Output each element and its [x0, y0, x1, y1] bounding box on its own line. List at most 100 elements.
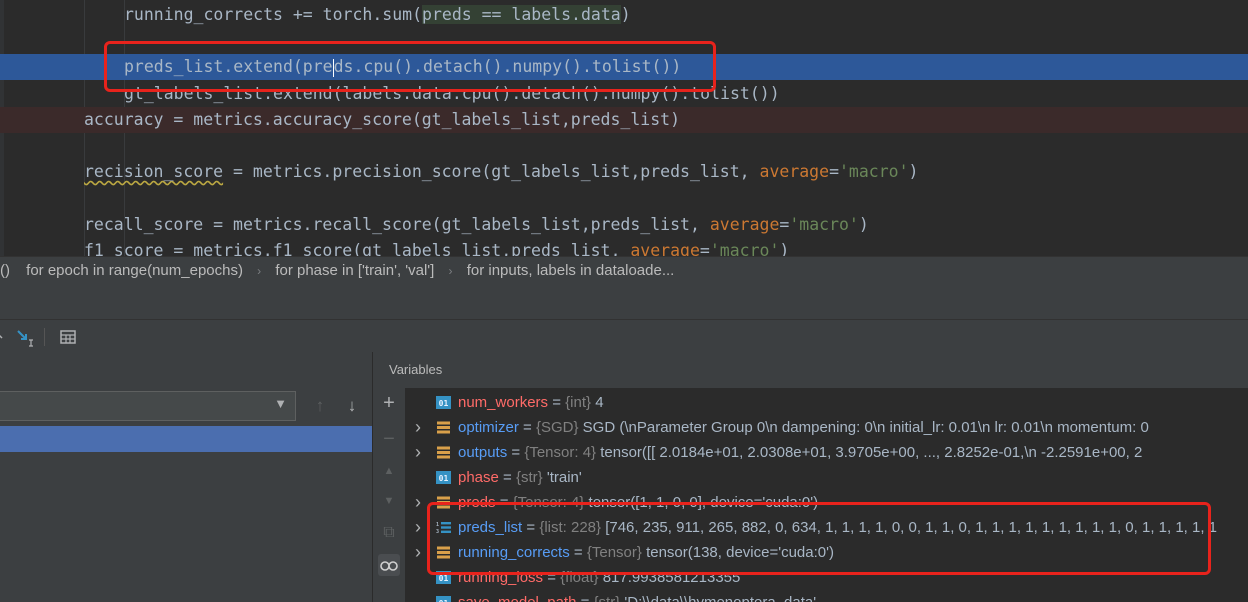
variable-value: 'D:\\data\\hymenoptera_data'	[624, 594, 816, 602]
variables-tree: 01 num_workers = {int} 4 › optimizer = {SGD…	[405, 388, 1248, 602]
show-watches-icon[interactable]	[378, 554, 400, 576]
code-text: recall_score = metrics.recall_score(gt_l…	[84, 215, 710, 234]
variables-panel-title: Variables	[373, 352, 1248, 388]
breadcrumb: () for epoch in range(num_epochs) › for …	[0, 256, 1248, 285]
code-text: recision_score	[84, 162, 224, 181]
code-text: =	[829, 162, 839, 181]
svg-text:1: 1	[436, 522, 439, 528]
breadcrumb-item[interactable]: for phase in ['train', 'val']	[269, 257, 440, 285]
variable-text: running_loss = {float} 817.9938581213355	[458, 565, 740, 590]
variable-name: preds_list	[458, 519, 523, 536]
equals-sign: =	[548, 394, 566, 411]
chevron-right-icon[interactable]: ›	[415, 490, 427, 515]
evaluate-expression-icon[interactable]	[57, 326, 79, 348]
chevron-right-icon[interactable]: ›	[415, 415, 427, 440]
variable-value: 817.9938581213355	[602, 569, 741, 586]
list-type-icon: 13	[436, 521, 451, 535]
code-line-recall[interactable]: recall_score = metrics.recall_score(gt_l…	[0, 212, 1248, 238]
variable-row-preds[interactable]: › preds = {Tensor: 4} tensor([1, 1, 0, 0]…	[405, 490, 1248, 515]
code-kwarg: average	[709, 215, 780, 234]
variable-value: [746, 235, 911, 265, 882, 0, 634, 1, 1, …	[605, 519, 1218, 536]
equals-sign: =	[569, 544, 587, 561]
variable-row-num-workers[interactable]: 01 num_workers = {int} 4	[405, 390, 1248, 415]
code-highlight: preds == labels.data	[422, 5, 621, 24]
equals-sign: =	[495, 494, 513, 511]
code-line-gt-labels[interactable]: gt_labels_list.extend(labels.data.cpu().…	[0, 81, 1248, 107]
variable-value: 4	[595, 394, 604, 411]
equals-sign: =	[576, 594, 593, 602]
code-text: =	[699, 241, 710, 256]
variable-type: {int}	[565, 394, 592, 411]
move-up-button[interactable]: ▲	[378, 460, 400, 482]
step-out-icon[interactable]	[0, 326, 14, 348]
code-text: preds_list.extend(pre	[124, 57, 333, 76]
code-line-accuracy[interactable]: accuracy = metrics.accuracy_score(gt_lab…	[0, 107, 1248, 133]
variable-row-phase[interactable]: 01 phase = {str} 'train'	[405, 465, 1248, 490]
object-type-icon	[436, 421, 451, 434]
chevron-right-icon[interactable]: ›	[415, 515, 427, 540]
svg-text:01: 01	[439, 574, 449, 583]
variable-name: phase	[458, 469, 499, 486]
move-down-button[interactable]: ▼	[378, 490, 400, 512]
variable-value: tensor([[ 2.0184e+01, 2.0308e+01, 3.9705…	[600, 444, 1143, 461]
copy-icon[interactable]: ⧉	[378, 522, 400, 544]
frames-panel: ▼ ↑ ↓	[0, 352, 373, 602]
code-string: 'macro'	[839, 162, 909, 181]
variable-name: optimizer	[458, 419, 519, 436]
variable-row-running-corrects[interactable]: › running_corrects = {Tensor} tensor(138,…	[405, 540, 1248, 565]
code-line-running-corrects[interactable]: running_corrects += torch.sum(preds == l…	[0, 2, 1248, 28]
variable-row-running-loss[interactable]: 01 running_loss = {float} 817.99385812133…	[405, 565, 1248, 590]
variable-text: outputs = {Tensor: 4} tensor([[ 2.0184e+…	[458, 440, 1142, 465]
primitive-type-icon: 01	[436, 396, 451, 409]
breadcrumb-item[interactable]: ()	[0, 257, 16, 285]
toolbar-separator	[44, 328, 45, 346]
code-text: =	[779, 215, 790, 234]
code-text: = metrics.precision_score(gt_labels_list…	[223, 162, 760, 181]
chevron-right-icon[interactable]: ›	[415, 540, 427, 565]
variable-row-preds-list[interactable]: › 1 3 preds_list = {list: 228} [746, 235, 9…	[405, 515, 1248, 540]
equals-sign: =	[507, 444, 525, 461]
code-line-execution-point[interactable]: preds_list.extend(preds.cpu().detach().n…	[0, 54, 1248, 80]
remove-watch-button[interactable]: −	[378, 428, 400, 450]
frame-up-button[interactable]: ↑	[310, 396, 330, 416]
variable-row-outputs[interactable]: › outputs = {Tensor: 4} tensor([[ 2.0184e…	[405, 440, 1248, 465]
variable-type: {list: 228}	[539, 519, 602, 536]
object-type-icon	[436, 496, 451, 509]
chevron-down-icon: ▼	[274, 396, 287, 411]
variable-type: {str}	[594, 594, 621, 602]
breadcrumb-item[interactable]: for inputs, labels in dataloade...	[461, 257, 681, 285]
debug-toolbar	[0, 320, 1248, 353]
breadcrumb-item[interactable]: for epoch in range(num_epochs)	[20, 257, 249, 285]
variable-row-optimizer[interactable]: › optimizer = {SGD} SGD (\nParameter Grou…	[405, 415, 1248, 440]
tool-window-header	[0, 285, 1248, 320]
frame-list-item-selected[interactable]	[0, 426, 372, 452]
breadcrumb-separator: ›	[257, 264, 262, 278]
equals-sign: =	[543, 569, 561, 586]
run-to-cursor-icon[interactable]	[14, 326, 36, 348]
code-text: running_corrects += torch.sum(	[124, 5, 423, 24]
code-line-precision[interactable]: recision_score = metrics.precision_score…	[0, 159, 1248, 185]
code-text: )	[858, 215, 869, 234]
code-editor[interactable]: running_corrects += torch.sum(preds == l…	[0, 0, 1248, 256]
code-line-f1[interactable]: f1_score = metrics.f1_score(gt_labels_li…	[0, 238, 1248, 256]
variable-name: save_model_path	[458, 594, 576, 602]
variable-type: {str}	[515, 469, 543, 486]
code-text: )	[620, 5, 631, 24]
equals-sign: =	[498, 469, 516, 486]
variable-name: running_loss	[458, 569, 544, 586]
code-text: f1_score = metrics.f1_score(gt_labels_li…	[84, 241, 631, 256]
variable-type: {Tensor: 4}	[512, 494, 585, 511]
variable-type: {SGD}	[535, 419, 579, 436]
equals-sign: =	[522, 519, 540, 536]
variable-value: SGD (\nParameter Group 0\n dampening: 0\…	[582, 419, 1149, 436]
add-watch-button[interactable]: +	[378, 392, 400, 414]
chevron-right-icon[interactable]: ›	[415, 440, 427, 465]
variable-name: preds	[458, 494, 496, 511]
thread-dropdown[interactable]: ▼	[0, 391, 296, 421]
svg-text:01: 01	[439, 474, 449, 483]
variable-type: {float}	[560, 569, 599, 586]
variable-value: tensor(138, device='cuda:0')	[646, 544, 834, 561]
frame-down-button[interactable]: ↓	[342, 396, 362, 416]
variable-value: tensor([1, 1, 0, 0], device='cuda:0')	[588, 494, 819, 511]
variable-row-save-model-path[interactable]: 01 save_model_path = {str} 'D:\\data\\hym…	[405, 590, 1248, 602]
